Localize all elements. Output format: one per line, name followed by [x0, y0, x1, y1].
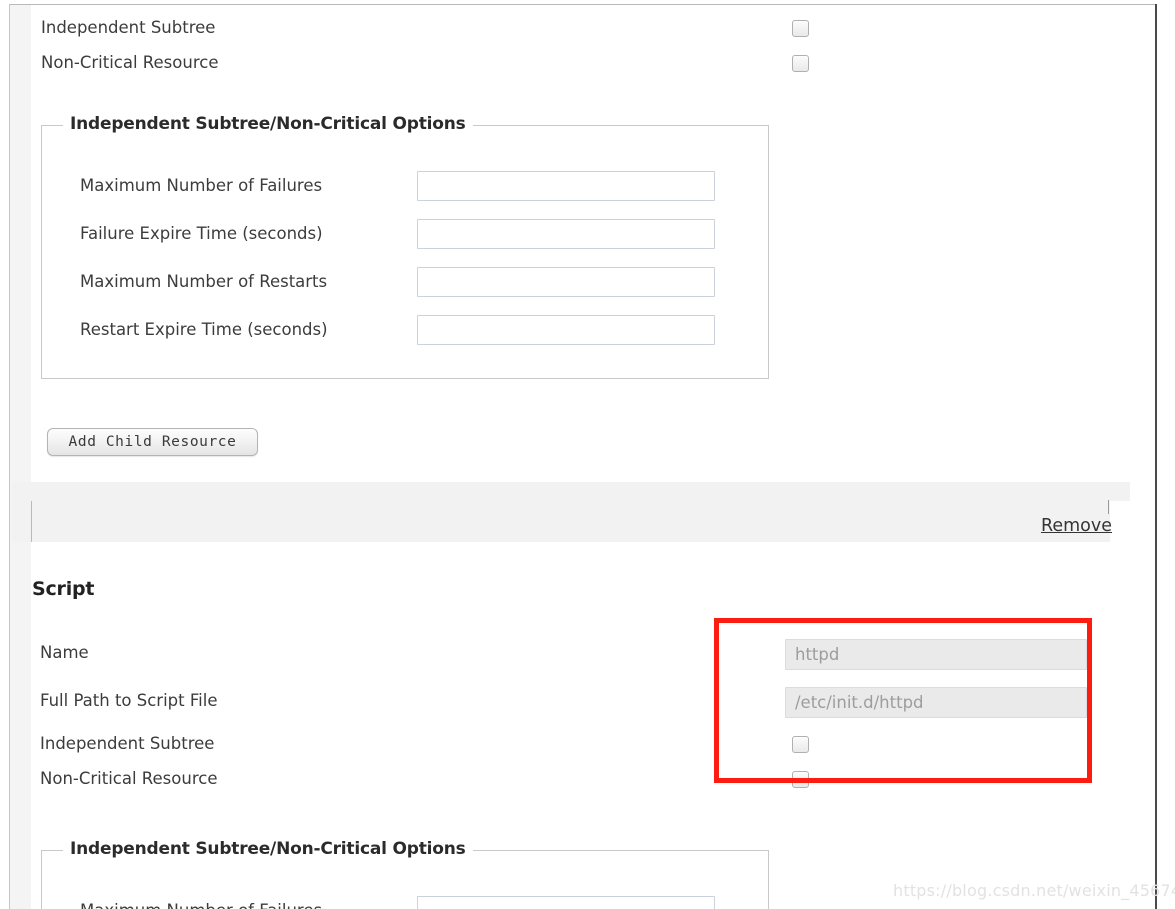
row-non-critical-resource-top: Non-Critical Resource	[31, 48, 1155, 78]
label-restart-expire-top: Restart Expire Time (seconds)	[80, 320, 328, 339]
input-script-name[interactable]: httpd	[785, 639, 1087, 670]
field-row-max-restarts-top: Maximum Number of Restarts	[42, 266, 768, 298]
left-gutter	[10, 5, 31, 909]
watermark-text: https://blog.csdn.net/weixin_45674039	[893, 881, 1175, 900]
label-non-critical-resource-top: Non-Critical Resource	[41, 53, 219, 72]
fieldset-independent-subtree-options-script: Independent Subtree/Non-Critical Options…	[41, 839, 769, 909]
label-independent-subtree-script: Independent Subtree	[40, 734, 215, 753]
input-script-path[interactable]: /etc/init.d/httpd	[785, 687, 1087, 718]
separator-band-tick	[1108, 500, 1109, 514]
label-script-name: Name	[40, 643, 89, 662]
checkbox-independent-subtree-top[interactable]	[792, 20, 809, 37]
label-script-path: Full Path to Script File	[40, 691, 218, 710]
page-root: Independent Subtree Non-Critical Resourc…	[0, 0, 1175, 909]
label-non-critical-resource-script: Non-Critical Resource	[40, 769, 218, 788]
remove-link[interactable]: Remove	[1041, 516, 1112, 536]
label-max-failures-top: Maximum Number of Failures	[80, 176, 323, 195]
label-max-restarts-top: Maximum Number of Restarts	[80, 272, 328, 291]
row-script-path: Full Path to Script File /etc/init.d/htt…	[31, 686, 1155, 718]
label-max-failures-script: Maximum Number of Failures	[80, 895, 322, 909]
section-title-script: Script	[32, 578, 95, 600]
row-independent-subtree-top: Independent Subtree	[31, 13, 1155, 43]
form-content-area: Independent Subtree Non-Critical Resourc…	[12, 5, 1155, 909]
row-non-critical-resource-script: Non-Critical Resource	[31, 764, 1155, 794]
fieldset-legend-script: Independent Subtree/Non-Critical Options	[63, 839, 473, 859]
row-script-name: Name httpd	[31, 638, 1155, 670]
checkbox-independent-subtree-script[interactable]	[792, 736, 809, 753]
input-max-restarts-top[interactable]	[417, 267, 715, 297]
input-restart-expire-top[interactable]	[417, 315, 715, 345]
add-child-resource-button[interactable]: Add Child Resource	[47, 428, 258, 456]
checkbox-non-critical-resource-top[interactable]	[792, 55, 809, 72]
window-right-border	[1155, 4, 1157, 909]
field-row-max-failures-script: Maximum Number of Failures	[42, 895, 768, 909]
row-independent-subtree-script: Independent Subtree	[31, 729, 1155, 759]
input-max-failures-top[interactable]	[417, 171, 715, 201]
input-max-failures-script[interactable]	[417, 896, 715, 909]
field-row-max-failures-top: Maximum Number of Failures	[42, 170, 768, 202]
fieldset-legend-top: Independent Subtree/Non-Critical Options	[63, 114, 473, 134]
fieldset-independent-subtree-options-top: Independent Subtree/Non-Critical Options…	[41, 114, 769, 379]
input-failure-expire-top[interactable]	[417, 219, 715, 249]
separator-band-left-rule	[31, 501, 32, 542]
separator-band-lower	[12, 501, 1110, 542]
label-independent-subtree-top: Independent Subtree	[41, 18, 216, 37]
label-failure-expire-top: Failure Expire Time (seconds)	[80, 224, 323, 243]
field-row-restart-expire-top: Restart Expire Time (seconds)	[42, 314, 768, 346]
separator-band-upper	[12, 482, 1130, 501]
field-row-failure-expire-top: Failure Expire Time (seconds)	[42, 218, 768, 250]
checkbox-non-critical-resource-script[interactable]	[792, 771, 809, 788]
